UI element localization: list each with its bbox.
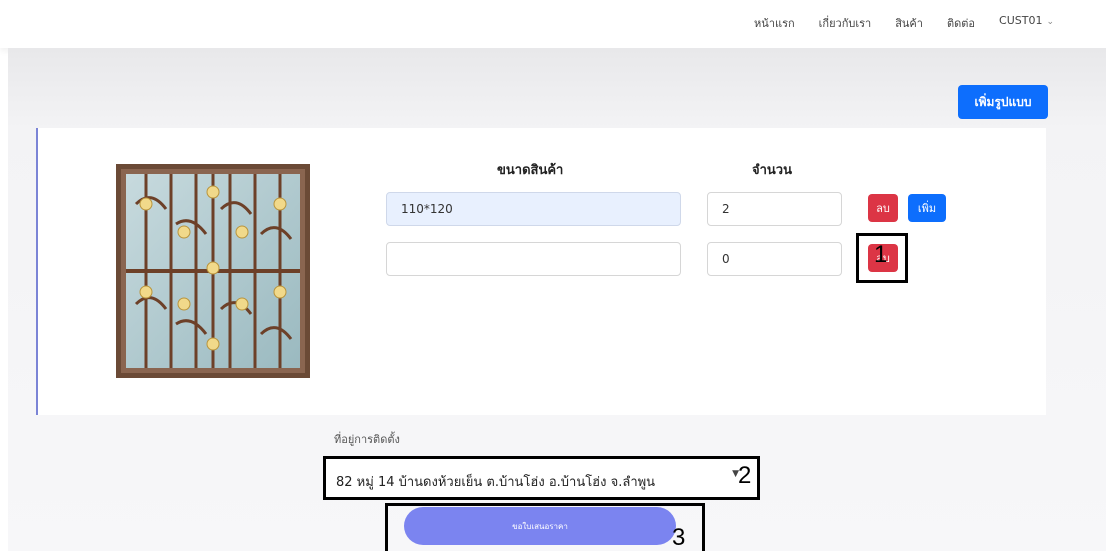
address-value: 82 หมู่ 14 บ้านดงห้วยเย็น ต.บ้านโฮ่ง อ.บ… — [336, 475, 656, 490]
annotation-label-2: 2 — [738, 462, 752, 489]
add-style-button[interactable]: เพิ่มรูปแบบ — [958, 85, 1048, 119]
user-name: CUST01 — [999, 14, 1043, 27]
annotation-label-1: 1 — [874, 241, 888, 268]
address-select[interactable]: 82 หมู่ 14 บ้านดงห้วยเย็น ต.บ้านโฮ่ง อ.บ… — [323, 456, 760, 500]
address-label: ที่อยู่การติดตั้ง — [334, 433, 400, 446]
size-input-row-2[interactable] — [386, 242, 681, 276]
size-input-row-1[interactable] — [386, 192, 681, 226]
quantity-column-header: จำนวน — [752, 163, 792, 178]
annotation-label-3: 3 — [672, 524, 686, 551]
quantity-input-row-2[interactable] — [707, 242, 842, 276]
product-image — [116, 164, 310, 378]
add-row-button[interactable]: เพิ่ม — [908, 194, 946, 222]
user-menu[interactable]: CUST01 ⌄ — [999, 14, 1054, 32]
main-nav: หน้าแรก เกี่ยวกับเรา สินค้า ติดต่อ CUST0… — [754, 14, 1054, 32]
nav-products[interactable]: สินค้า — [895, 14, 923, 32]
size-column-header: ขนาดสินค้า — [497, 163, 564, 178]
chevron-down-icon: ⌄ — [1046, 17, 1054, 27]
nav-contact[interactable]: ติดต่อ — [947, 14, 975, 32]
quantity-input-row-1[interactable] — [707, 192, 842, 226]
nav-home[interactable]: หน้าแรก — [754, 14, 795, 32]
top-navbar: หน้าแรก เกี่ยวกับเรา สินค้า ติดต่อ CUST0… — [0, 0, 1106, 48]
request-quote-button[interactable]: ขอใบเสนอราคา — [404, 507, 676, 545]
delete-button-row-1[interactable]: ลบ — [868, 194, 898, 222]
nav-about[interactable]: เกี่ยวกับเรา — [819, 14, 872, 32]
